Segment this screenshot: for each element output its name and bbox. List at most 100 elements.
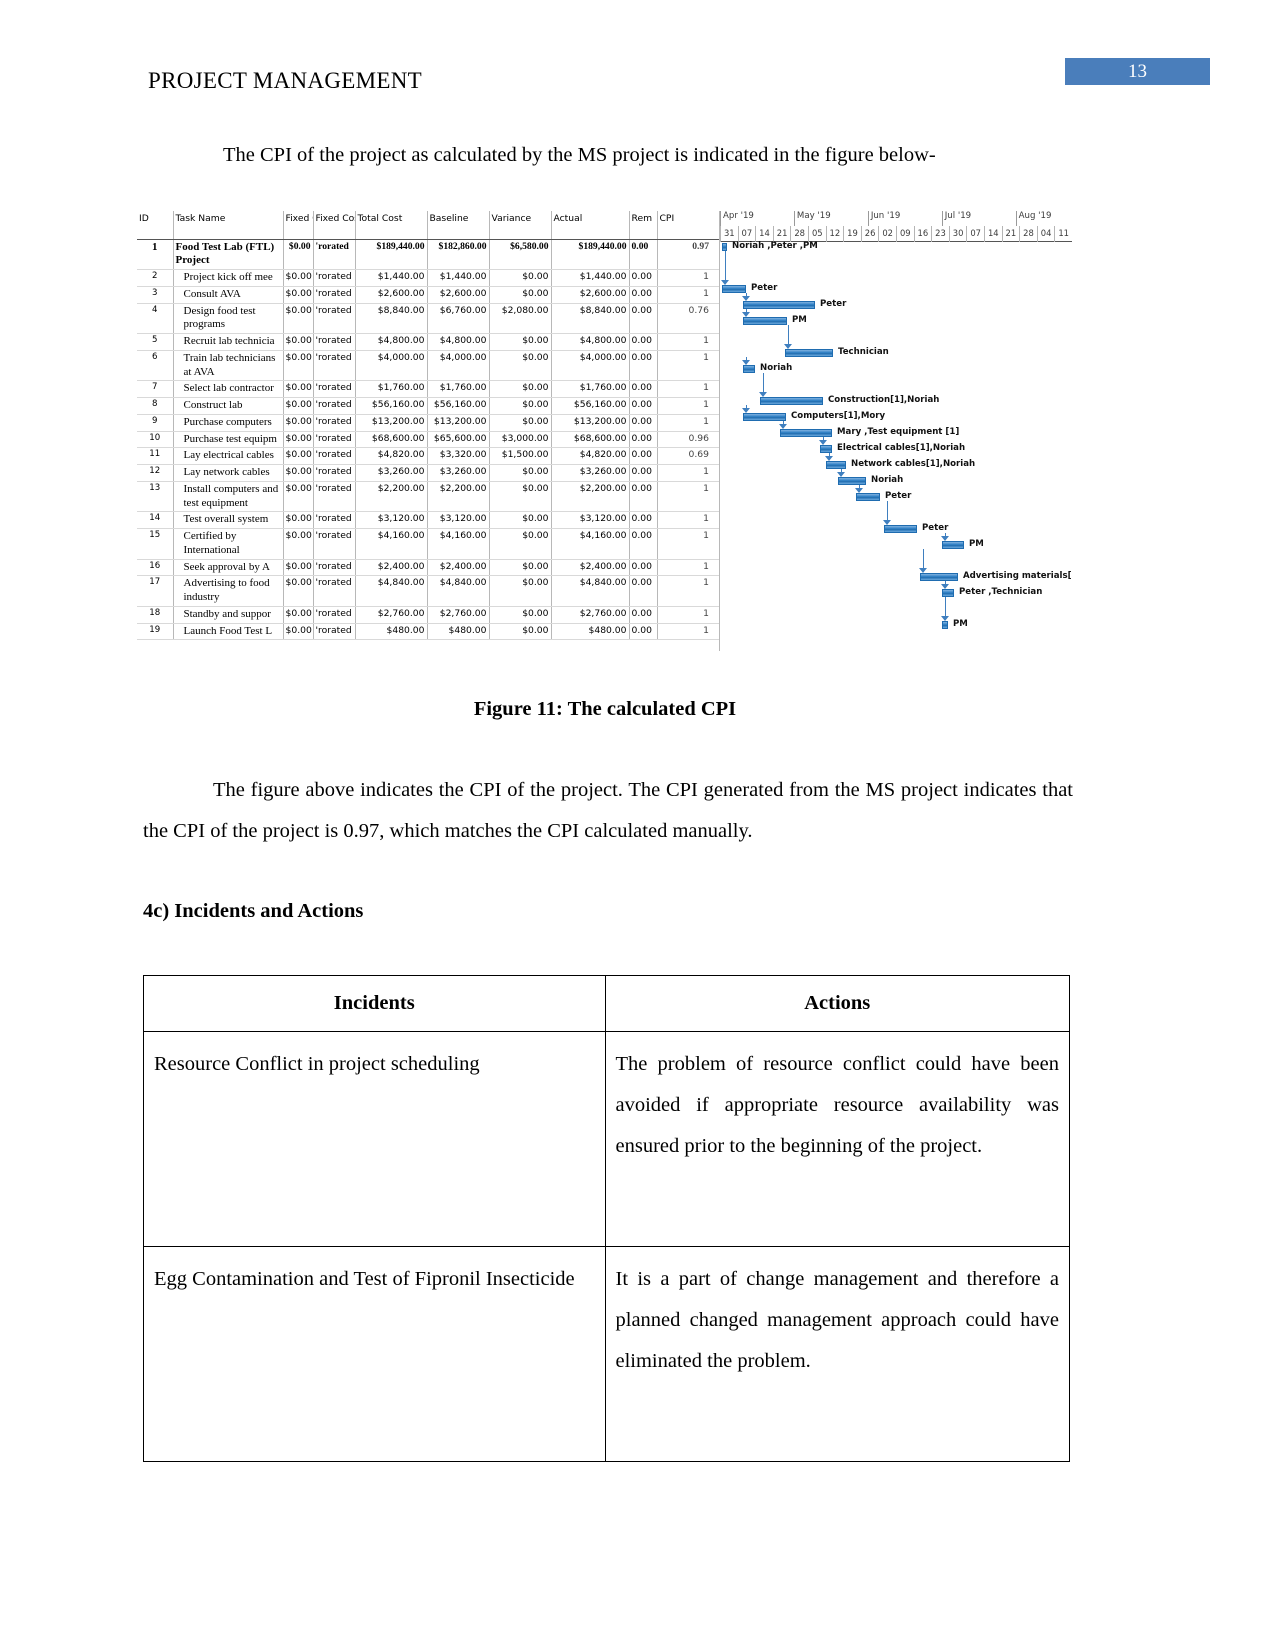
cell-fixed-cost-accrual: 'rorated [312,380,355,398]
cell-task-name: Advertising to food industry [172,575,283,607]
timeline-week-tick: 21 [772,226,791,242]
cell-cpi: 1 [656,606,719,624]
cell-variance: $1,500.00 [488,447,551,465]
cell-cpi: 1 [656,380,719,398]
cell-baseline: $3,260.00 [426,464,489,482]
cell-fixed-cost-accrual: 'rorated [312,606,355,624]
cell-id: 4 [137,303,173,334]
cell-cpi: 1 [656,559,719,577]
cell-variance: $0.00 [488,481,551,513]
cell-fixed-cost: $0.00 [282,303,313,334]
gantt-bar [722,243,727,251]
cell-actual: $1,760.00 [550,380,629,398]
gantt-bar [820,445,832,453]
cell-fixed-cost-accrual: 'rorated [312,431,355,449]
cell-cpi: 0.96 [656,431,719,449]
cell-total-cost: $4,000.00 [354,350,427,382]
incident-row: Resource Conflict in project scheduling T… [143,1031,1070,1247]
cell-actual: $4,160.00 [550,528,629,560]
gantt-dependency-line [887,501,888,521]
timeline-week-tick: 09 [896,226,914,242]
cost-table-body: 1 Food Test Lab (FTL) Project $0.00'rorate… [137,239,719,641]
gantt-dependency-line [945,597,946,617]
cell-id: 15 [137,528,173,560]
cell-fixed-cost: $0.00 [282,350,313,382]
cell-rem: 0.00 [628,528,657,560]
gantt-bar [743,413,786,421]
cell-fixed-cost: $0.00 [282,559,313,577]
timeline-week-tick: 23 [931,226,949,242]
cell-task-name: Construct lab [172,397,283,415]
col-header-actions: Actions [604,975,1070,1032]
cell-rem: 0.00 [628,559,657,577]
gantt-dependency-line [763,373,764,393]
cell-total-cost: $1,440.00 [354,269,427,287]
cell-fixed-cost-accrual: 'rorated [312,333,355,351]
cell-variance: $0.00 [488,397,551,415]
timeline-week-tick: 19 [843,226,861,242]
gantt-bar-label: Peter [922,523,949,533]
cell-rem: 0.00 [628,414,657,432]
incidents-actions-table: Incidents Actions Resource Conflict in p… [143,975,1070,1462]
cell-variance: $0.00 [488,380,551,398]
cell-variance: $2,080.00 [488,303,551,334]
incidents-table-body: Resource Conflict in project scheduling T… [143,1031,1070,1462]
cell-id: 13 [137,481,173,513]
gantt-bar [743,317,787,325]
cell-baseline: $13,200.00 [426,414,489,432]
table-row: 2 Project kick off mee $0.00'rorated $1,440… [137,269,719,287]
timeline-week-tick: 26 [860,226,879,242]
cell-rem: 0.00 [628,511,657,529]
cell-baseline: $2,760.00 [426,606,489,624]
cell-variance: $0.00 [488,269,551,287]
gantt-dependency-arrow-icon [779,424,787,429]
gantt-dependency-arrow-icon [721,280,729,285]
cell-fixed-cost: $0.00 [282,286,313,304]
cell-total-cost: $2,760.00 [354,606,427,624]
cell-total-cost: $3,260.00 [354,464,427,482]
cell-cpi: 1 [656,623,719,641]
cell-actual: $68,600.00 [550,431,629,449]
timeline-week-tick: 04 [1036,226,1055,242]
cell-actual: $4,000.00 [550,350,629,382]
gantt-bar-label: Noriah [760,363,793,373]
cell-baseline: $1,760.00 [426,380,489,398]
gantt-timeline-weeks: 31 07 14 21 28 05 12 19 26 02 09 16 23 30 07 14 21 28 04 11 [720,226,1072,242]
cell-actual: $4,800.00 [550,333,629,351]
cell-fixed-cost: $0.00 [282,431,313,449]
gantt-bar-label: Technician [838,347,889,357]
cell-cpi: 1 [656,333,719,351]
gantt-bar-label: Peter ,Technician [959,587,1043,597]
cell-baseline: $3,120.00 [426,511,489,529]
cell-fixed-cost-accrual: 'rorated [312,239,355,270]
cell-cpi: 0.76 [656,303,719,334]
timeline-week-tick: 30 [948,226,967,242]
gantt-dependency-arrow-icon [941,584,949,589]
cell-task-name: Food Test Lab (FTL) Project [172,239,283,270]
cell-baseline: $4,800.00 [426,333,489,351]
cell-cpi: 1 [656,286,719,304]
cell-total-cost: $480.00 [354,623,427,641]
table-row: 5 Recruit lab technicia $0.00'rorated $4,80… [137,333,719,351]
gantt-bar [942,621,948,629]
gantt-dependency-arrow-icon [742,296,750,301]
gantt-dependency-arrow-icon [784,344,792,349]
cell-actual: $1,440.00 [550,269,629,287]
table-row: 1 Food Test Lab (FTL) Project $0.00'rorate… [137,239,719,270]
cell-fixed-cost-accrual: 'rorated [312,269,355,287]
cell-rem: 0.00 [628,481,657,513]
table-row: 15 Certified by International $0.00'rorate… [137,528,719,560]
cell-actual: $8,840.00 [550,303,629,334]
gantt-bar [942,541,964,549]
gantt-dependency-line [923,549,924,569]
cell-actual: $2,760.00 [550,606,629,624]
gantt-bar [856,493,880,501]
incidents-header-row: Incidents Actions [143,975,1070,1032]
cell-fixed-cost: $0.00 [282,269,313,287]
cell-fixed-cost-accrual: 'rorated [312,623,355,641]
cell-actual: $3,260.00 [550,464,629,482]
cell-variance: $0.00 [488,414,551,432]
cell-cpi: 1 [656,397,719,415]
cell-id: 19 [137,623,173,641]
gantt-dependency-arrow-icon [742,360,750,365]
